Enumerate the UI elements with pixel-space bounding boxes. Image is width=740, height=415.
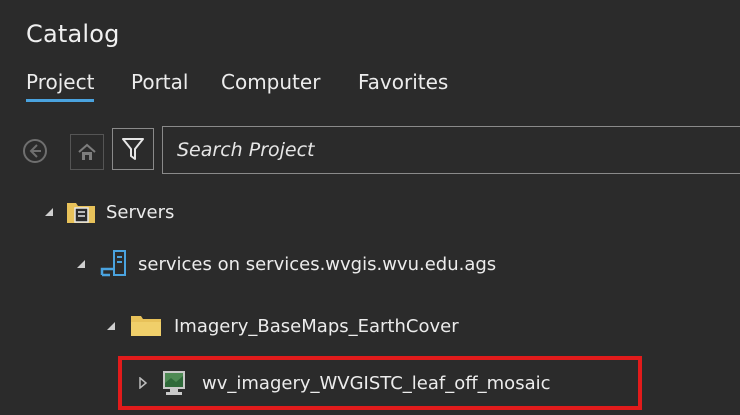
back-arrow-icon — [22, 138, 48, 164]
expand-arrow-icon[interactable] — [42, 205, 56, 219]
tree-item-label: Servers — [106, 201, 175, 223]
tree-item-servers[interactable]: Servers — [42, 188, 174, 236]
pane-title: Catalog — [26, 20, 120, 48]
catalog-pane: Catalog Project Portal Computer Favorite… — [0, 0, 740, 415]
search-placeholder: Search Project — [177, 139, 315, 161]
home-button[interactable] — [70, 134, 104, 170]
back-button[interactable] — [20, 132, 50, 170]
tree-item-label: Imagery_BaseMaps_EarthCover — [174, 315, 459, 337]
tab-computer[interactable]: Computer — [221, 70, 320, 94]
filter-button[interactable] — [112, 128, 154, 170]
servers-folder-icon — [66, 199, 96, 225]
tree-item-label: wv_imagery_WVGISTC_leaf_off_mosaic — [202, 372, 551, 394]
image-service-icon — [160, 369, 188, 397]
search-input[interactable]: Search Project — [162, 126, 740, 174]
tab-project[interactable]: Project — [26, 70, 95, 102]
collapsed-arrow-icon[interactable] — [136, 376, 150, 390]
home-icon — [76, 141, 98, 163]
tab-portal[interactable]: Portal — [131, 70, 188, 94]
catalog-toolbar: Search Project — [14, 124, 740, 178]
tree-item-service[interactable]: wv_imagery_WVGISTC_leaf_off_mosaic — [136, 356, 551, 410]
expand-arrow-icon[interactable] — [74, 257, 88, 271]
tree-item-folder[interactable]: Imagery_BaseMaps_EarthCover — [104, 302, 459, 350]
tab-favorites[interactable]: Favorites — [358, 70, 448, 94]
filter-icon — [121, 136, 145, 162]
tree-item-label: services on services.wvgis.wvu.edu.ags — [138, 253, 497, 275]
folder-icon — [130, 314, 162, 338]
server-connection-icon — [100, 249, 128, 279]
expand-arrow-icon[interactable] — [104, 319, 118, 333]
tree-item-connection[interactable]: services on services.wvgis.wvu.edu.ags — [74, 240, 496, 288]
